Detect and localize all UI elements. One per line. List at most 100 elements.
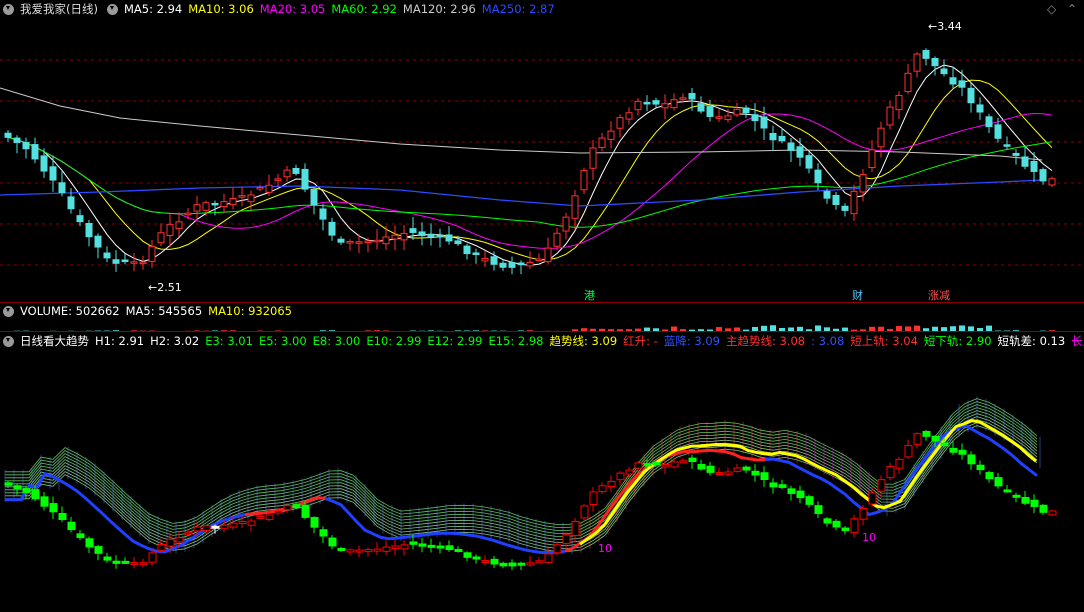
indicator-legend-item: 趋势线: 3.09	[549, 334, 618, 348]
candle-body	[418, 231, 426, 237]
indicator-body	[265, 514, 274, 520]
candle-body	[220, 201, 228, 208]
indicator-body	[994, 477, 1003, 487]
candle-body	[292, 167, 300, 174]
candlestick-chart[interactable]: ←3.44 ←2.51 港 财 涨减	[0, 0, 1084, 302]
candle-body	[445, 234, 453, 242]
candle-body	[976, 104, 984, 113]
price-panel[interactable]: ←3.44 ←2.51 港 财 涨减 我爱我家(日线) MA5: 2.94 MA10: 3…	[0, 0, 1084, 302]
indicator-body	[661, 463, 670, 468]
indicator-panel[interactable]: 10 10 日线看大趋势 H1: 2.91 H2: 3.02 E3: 3.01 E5: 3…	[0, 332, 1084, 612]
indicator-body	[535, 560, 544, 564]
indicator-legend-item: E8: 3.00	[312, 334, 361, 348]
indicator-body	[679, 460, 688, 464]
indicator-legend: 日线看大趋势 H1: 2.91 H2: 3.02 E3: 3.01 E5: 3.00 E8…	[0, 332, 1084, 350]
candle-body	[175, 221, 183, 230]
candle-body	[643, 101, 651, 105]
candle-body	[328, 221, 336, 236]
indicator-body	[805, 496, 814, 505]
candle-body	[184, 212, 192, 216]
indicator-body	[1012, 494, 1021, 498]
event-tag: 财	[852, 288, 863, 302]
indicator-body	[814, 505, 823, 514]
volume-legend-item: VOLUME: 502662	[20, 304, 120, 318]
candle-body	[1039, 169, 1047, 182]
candle-body	[166, 223, 174, 236]
indicator-body	[589, 491, 598, 505]
indicator-body	[1039, 504, 1048, 513]
indicator-body	[58, 512, 67, 521]
candle-body	[931, 57, 939, 67]
candle-body	[265, 184, 273, 193]
indicator-body	[1048, 510, 1057, 516]
volume-panel[interactable]: VOLUME: 502662 MA5: 545565 MA10: 932065	[0, 302, 1084, 332]
indicator-menu-icon[interactable]	[3, 335, 14, 347]
candle-body	[634, 100, 642, 111]
expand-icon[interactable]: ⌃	[1067, 2, 1077, 16]
indicator-body	[778, 484, 787, 488]
candle-body	[517, 262, 525, 266]
candle-body	[112, 259, 120, 264]
indicator-body	[634, 462, 643, 469]
indicator-body	[706, 465, 715, 473]
indicator-body	[733, 467, 742, 472]
indicator-body	[301, 504, 310, 518]
candle-body	[319, 208, 327, 220]
candle-body	[733, 108, 741, 116]
candle-body	[382, 236, 390, 245]
candle-body	[256, 187, 264, 190]
diamond-icon[interactable]: ◇	[1047, 2, 1056, 16]
indicator-body	[256, 515, 265, 519]
candle-body	[139, 261, 147, 265]
indicator-body	[886, 466, 895, 479]
ribbon-line	[5, 398, 1038, 525]
indicator-body	[184, 531, 193, 535]
ma5-line	[7, 64, 1053, 266]
candle-body	[427, 233, 435, 237]
indicator-body	[103, 556, 112, 561]
indicator-body	[148, 552, 157, 563]
indicator-legend-item: H2: 3.02	[150, 334, 200, 348]
indicator-body	[850, 518, 859, 534]
indicator-body	[94, 546, 103, 554]
candle-body	[247, 194, 255, 203]
candle-body	[85, 223, 93, 238]
candle-body	[724, 115, 732, 121]
indicator-body	[913, 433, 922, 445]
trend-line	[579, 419, 1037, 546]
panel-menu-icon[interactable]	[3, 3, 14, 15]
ribbon-line	[5, 413, 1038, 540]
indicator-legend-item: 红升: -	[623, 334, 658, 348]
ma-menu-icon[interactable]	[106, 3, 118, 15]
candle-body	[715, 116, 723, 119]
indicator-body	[769, 482, 778, 488]
volume-legend-item: MA10: 932065	[208, 304, 292, 318]
candle-body	[436, 234, 444, 238]
indicator-body	[13, 485, 22, 489]
candle-body	[841, 205, 849, 211]
indicator-legend-item: 长上轨: 3.00	[1071, 334, 1084, 348]
indicator-legend-item: E12: 2.99	[427, 334, 483, 348]
indicator-body	[364, 549, 373, 553]
indicator-body	[688, 457, 697, 463]
candle-body	[985, 116, 993, 128]
indicator-body	[607, 480, 616, 488]
trend-indicator-chart[interactable]: 10 10	[0, 332, 1084, 612]
candle-body	[1021, 156, 1029, 167]
candle-body	[472, 252, 480, 255]
indicator-legend-item: 日线看大趋势	[20, 334, 89, 348]
indicator-body	[499, 562, 508, 567]
stock-title: 我爱我家(日线)	[20, 2, 98, 16]
indicator-body	[4, 482, 13, 486]
indicator-body	[238, 520, 247, 524]
candle-body	[391, 234, 399, 240]
indicator-body	[643, 463, 652, 467]
indicator-body	[1021, 496, 1030, 504]
volume-menu-icon[interactable]	[3, 305, 14, 317]
candle-body	[76, 215, 84, 223]
candle-body	[301, 168, 309, 190]
candle-body	[940, 68, 948, 75]
candle-body	[670, 99, 678, 109]
indicator-body	[724, 471, 733, 475]
indicator-body	[229, 522, 238, 528]
